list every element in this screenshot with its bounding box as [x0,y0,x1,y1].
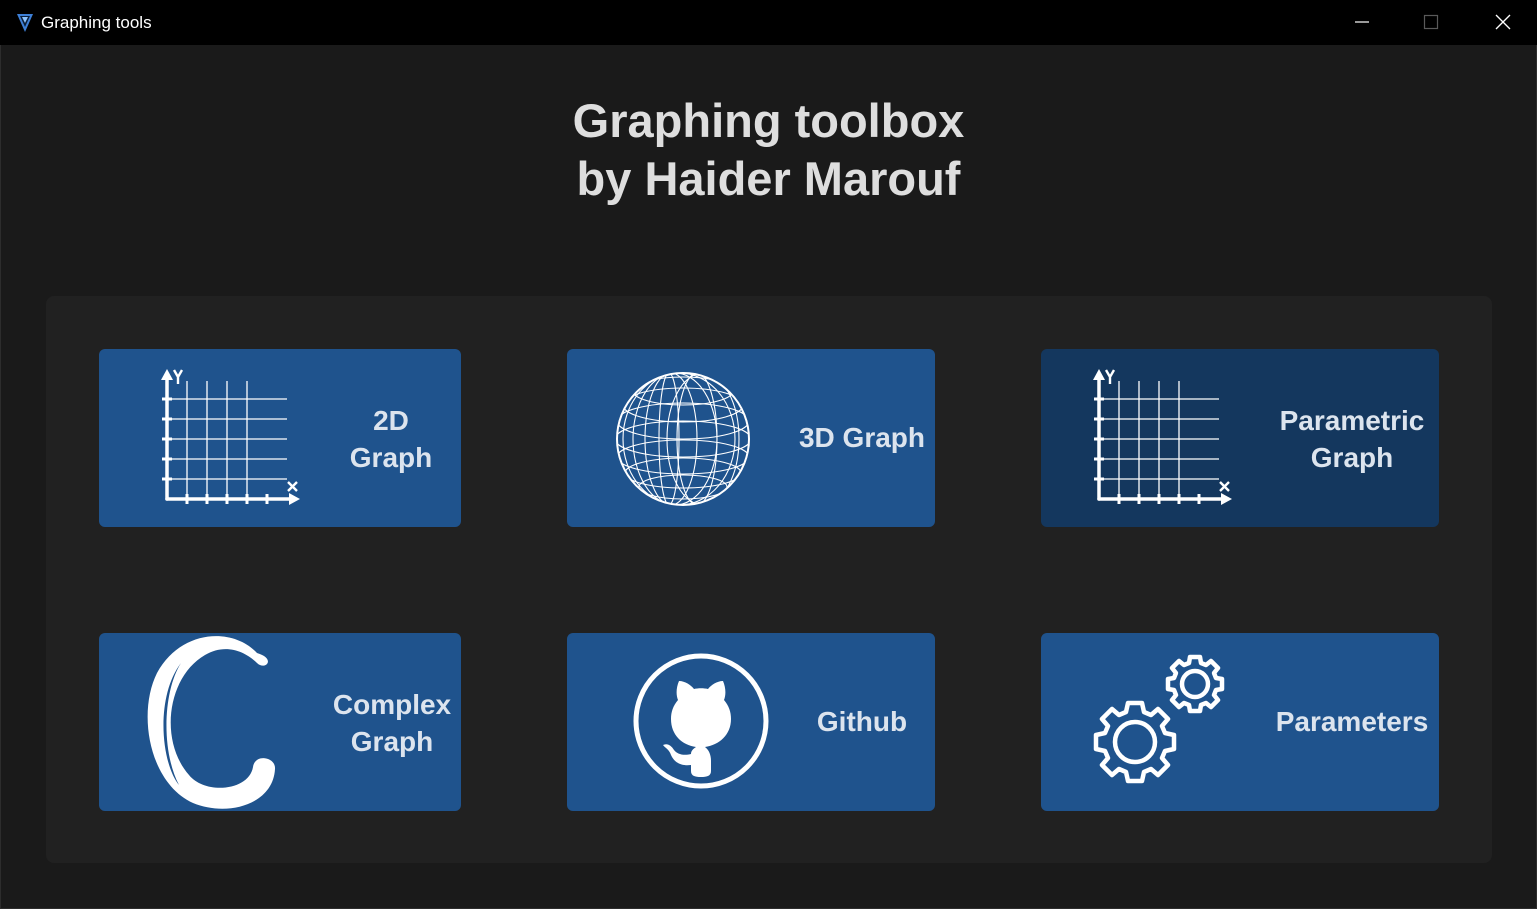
page-title: Graphing toolbox by Haider Marouf [0,92,1537,208]
parameters-button[interactable]: Parameters [1041,633,1439,811]
github-label: Github [816,706,908,737]
minimize-button[interactable] [1328,0,1396,45]
v-logo-icon [17,14,33,32]
maximize-icon [1423,14,1439,30]
close-button[interactable] [1469,0,1537,45]
tools-panel: 2D Graph 3D Graph Parametric Graph Compl… [46,296,1492,863]
page-title-line2: by Haider Marouf [576,152,961,205]
page-title-line1: Graphing toolbox [572,94,965,147]
2d-graph-button[interactable]: 2D Graph [99,349,461,527]
maximize-button[interactable] [1397,0,1465,45]
parameters-label: Parameters [1275,706,1429,737]
2d-graph-icon [161,369,300,505]
parametric-graph-button[interactable]: Parametric Graph [1041,349,1439,527]
gears-icon [1093,654,1225,784]
complex-c-icon [147,636,276,809]
complex-graph-button[interactable]: Complex Graph [99,633,461,811]
3d-graph-label: 3D Graph [798,422,926,453]
close-icon [1495,14,1511,30]
github-button[interactable]: Github [567,633,935,811]
parametric-graph-label: Parametric Graph [1279,405,1425,473]
minimize-icon [1355,21,1369,23]
complex-graph-label: Complex Graph [332,689,452,757]
2d-graph-icon [1093,369,1232,505]
2d-graph-label: 2D Graph [349,405,433,473]
sphere-icon [616,372,750,506]
window-title: Graphing tools [41,13,152,32]
3d-graph-button[interactable]: 3D Graph [567,349,935,527]
window-titlebar: Graphing tools [0,0,1537,45]
github-icon [633,653,769,789]
